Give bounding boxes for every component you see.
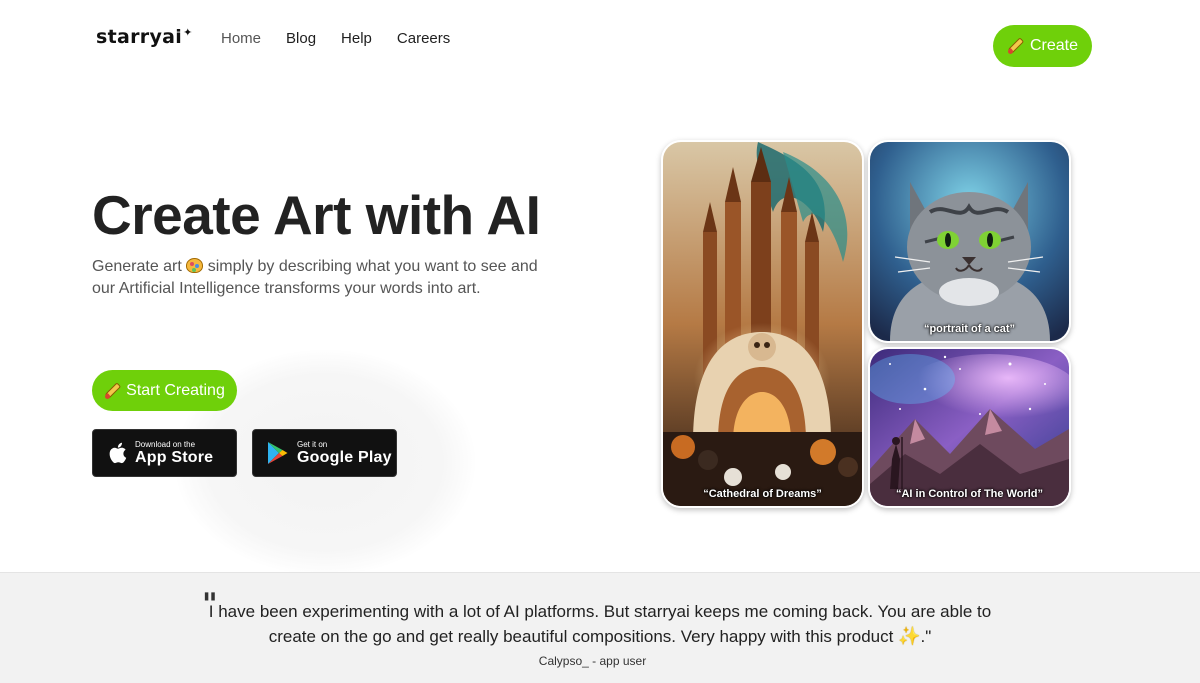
nav-careers-link[interactable]: Careers [397, 30, 450, 47]
paintbrush-icon [1007, 38, 1023, 54]
cathedral-artwork-image [663, 142, 862, 506]
logo-spark-icon: ✦ [183, 26, 193, 39]
hero-subtitle: Generate art simply by describing what y… [92, 256, 552, 300]
testimonial-author: Calypso_ - app user [538, 654, 647, 668]
nav-blog-link[interactable]: Blog [286, 30, 316, 47]
start-creating-label: Start Creating [126, 381, 225, 399]
space-caption: “AI in Control of The World” [895, 488, 1044, 500]
space-artwork-image [870, 349, 1069, 506]
app-store-big-text: App Store [135, 448, 214, 466]
hero-subtitle-start: Generate art [92, 258, 182, 275]
google-play-small-text: Get it on [297, 439, 328, 449]
cathedral-caption: “Cathedral of Dreams” [703, 488, 822, 500]
google-play-button[interactable]: Get it on Google Play [252, 429, 397, 477]
google-play-logo-icon [268, 442, 288, 464]
app-store-text: Download on the App Store [135, 440, 213, 467]
create-button-label: Create [1029, 37, 1079, 54]
brain-emoji-icon [186, 258, 204, 273]
apple-logo-icon [109, 442, 127, 464]
testimonial-section: " I have been experimenting with a lot o… [0, 572, 1200, 683]
testimonial-text: I have been experimenting with a lot of … [208, 602, 992, 646]
sparkles-emoji-icon: ✨ [898, 626, 921, 646]
logo-text: starryai [96, 26, 183, 48]
app-store-button[interactable]: Download on the App Store [92, 429, 237, 477]
nav-home-link[interactable]: Home [221, 30, 261, 47]
main-nav: Home Blog Help Careers [221, 30, 450, 47]
google-play-big-text: Google Play [297, 448, 392, 466]
testimonial-text-end: ." [920, 627, 932, 646]
start-creating-button[interactable]: Start Creating [92, 370, 237, 411]
gallery-card-space[interactable]: “AI in Control of The World” [868, 347, 1071, 508]
gallery-card-cathedral[interactable]: “Cathedral of Dreams” [661, 140, 864, 508]
logo[interactable]: starryai✦ [96, 26, 193, 48]
testimonial-quote: I have been experimenting with a lot of … [200, 599, 1000, 649]
cat-caption: “portrait of a cat” [923, 323, 1016, 335]
google-play-text: Get it on Google Play [297, 440, 392, 467]
nav-help-link[interactable]: Help [341, 30, 372, 47]
create-button[interactable]: Create [993, 25, 1092, 67]
hero-title: Create Art with AI [92, 184, 541, 246]
gallery-card-cat[interactable]: “portrait of a cat” [868, 140, 1071, 343]
paintbrush-icon [104, 383, 120, 399]
app-store-small-text: Download on the [135, 439, 196, 449]
cat-artwork-image [870, 142, 1069, 341]
